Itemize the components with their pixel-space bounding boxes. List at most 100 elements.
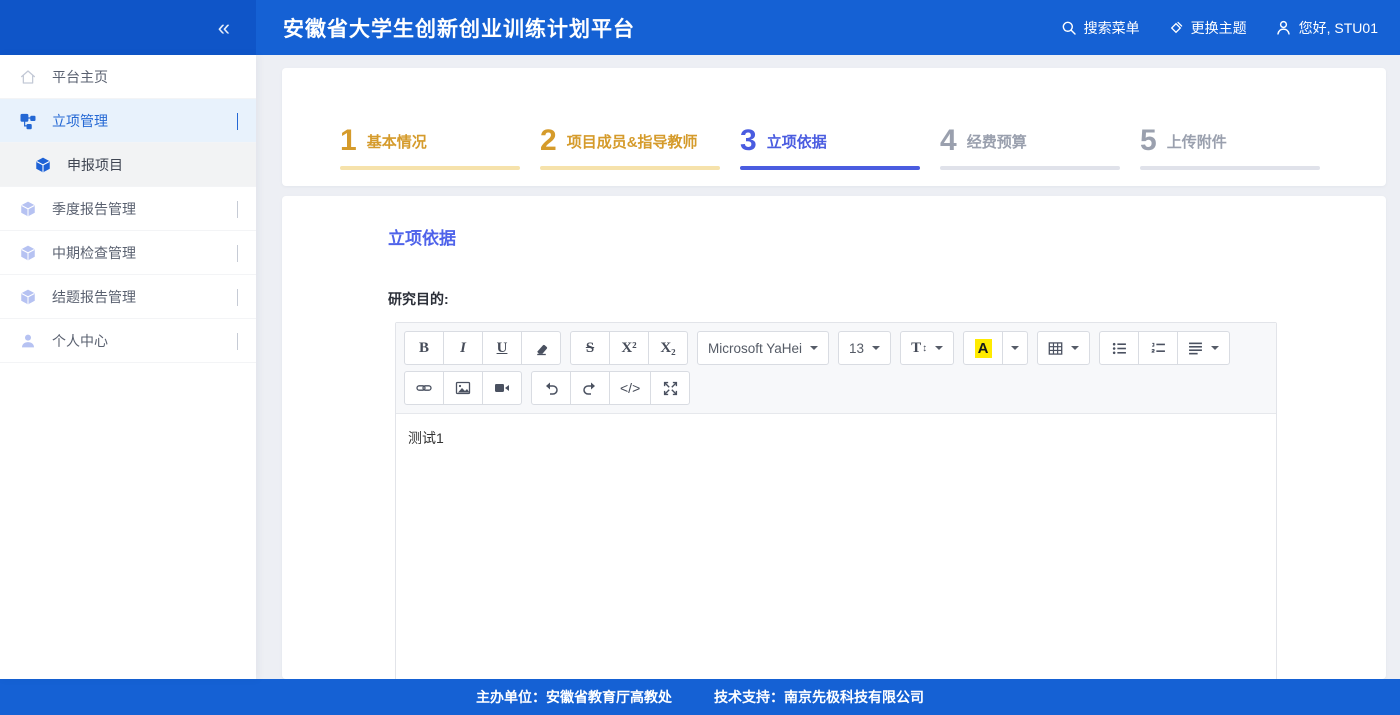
sidebar-item-midterm-check[interactable]: 中期检查管理: [0, 231, 256, 275]
cube-icon: [33, 156, 53, 174]
caret-down-icon: [1211, 346, 1219, 350]
step-5-attachments[interactable]: 5 上传附件: [1140, 124, 1340, 186]
sidebar: 平台主页 立项管理 申报项目 季度报告管理 中期检查: [0, 55, 256, 679]
step-label: 上传附件: [1167, 131, 1227, 152]
step-underline: [940, 166, 1120, 170]
step-3-project-basis[interactable]: 3立项依据: [740, 124, 940, 186]
fullscreen-button[interactable]: [650, 371, 690, 405]
rich-text-editor: B I U S X² X₂: [395, 322, 1277, 679]
superscript-button[interactable]: X²: [609, 331, 649, 365]
chevron-right-icon: [237, 245, 238, 261]
cube-icon: [18, 244, 38, 262]
font-color-button[interactable]: A: [963, 331, 1003, 365]
step-label: 基本情况: [367, 131, 427, 152]
font-family-dropdown[interactable]: Microsoft YaHei: [697, 331, 829, 365]
line-height-dropdown[interactable]: T↕: [900, 331, 954, 365]
table-dropdown[interactable]: [1037, 331, 1090, 365]
editor-toolbar: B I U S X² X₂: [396, 323, 1276, 414]
caret-down-icon: [935, 346, 943, 350]
insert-video-button[interactable]: [482, 371, 522, 405]
change-theme-label: 更换主题: [1191, 18, 1247, 38]
eraser-icon: [534, 341, 549, 356]
page-title: 安徽省大学生创新创业训练计划平台: [283, 13, 635, 43]
theme-icon: [1168, 20, 1184, 36]
video-icon: [494, 380, 510, 396]
insert-link-button[interactable]: [404, 371, 444, 405]
strikethrough-button[interactable]: S: [570, 331, 610, 365]
sidebar-item-label: 中期检查管理: [52, 243, 136, 263]
step-4-budget[interactable]: 4 经费预算: [940, 124, 1140, 186]
image-icon: [455, 380, 471, 396]
search-menu-label: 搜索菜单: [1084, 18, 1140, 38]
step-number: 4: [940, 126, 957, 156]
research-purpose-label: 研究目的:: [388, 289, 1386, 309]
code-view-button[interactable]: </>: [609, 371, 651, 405]
person-icon: [18, 332, 38, 350]
step-underline: [340, 166, 520, 170]
sidebar-item-home[interactable]: 平台主页: [0, 55, 256, 99]
font-color-icon: A: [975, 339, 992, 358]
search-menu-button[interactable]: 搜索菜单: [1061, 18, 1140, 38]
sidebar-item-label: 季度报告管理: [52, 199, 136, 219]
caret-down-icon: [810, 346, 818, 350]
chevron-right-icon: [237, 333, 238, 349]
user-icon: [1275, 19, 1292, 36]
link-icon: [416, 380, 432, 396]
undo-button[interactable]: [531, 371, 571, 405]
cube-icon: [18, 200, 38, 218]
step-2-members-advisors[interactable]: 2项目成员&指导教师: [540, 124, 740, 186]
step-number: 1: [340, 126, 357, 156]
sidebar-item-label: 结题报告管理: [52, 287, 136, 307]
step-number: 3: [740, 126, 757, 156]
sitemap-icon: [18, 112, 38, 130]
caret-down-icon: [1011, 346, 1019, 350]
updown-arrow-icon: ↕: [922, 343, 927, 354]
footer-support: 技术支持：南京先极科技有限公司: [714, 687, 924, 707]
search-icon: [1061, 20, 1077, 36]
fullscreen-icon: [663, 381, 678, 396]
change-theme-button[interactable]: 更换主题: [1168, 18, 1247, 38]
step-number: 2: [540, 126, 557, 156]
app-footer: 主办单位：安徽省教育厅高教处 技术支持：南京先极科技有限公司: [0, 679, 1400, 715]
sidebar-item-label: 个人中心: [52, 331, 108, 351]
subscript-button[interactable]: X₂: [648, 331, 688, 365]
chevron-right-icon: [237, 201, 238, 217]
line-height-icon: T: [911, 340, 921, 357]
bullet-list-icon: [1112, 341, 1127, 356]
font-color-dropdown[interactable]: [1002, 331, 1028, 365]
step-label: 经费预算: [967, 131, 1027, 152]
redo-icon: [582, 380, 598, 396]
sidebar-item-final-report[interactable]: 结题报告管理: [0, 275, 256, 319]
insert-image-button[interactable]: [443, 371, 483, 405]
sidebar-item-project-management[interactable]: 立项管理: [0, 99, 256, 143]
italic-button[interactable]: I: [443, 331, 483, 365]
ordered-list-button[interactable]: [1138, 331, 1178, 365]
header-actions: 搜索菜单 更换主题 您好, STU01: [1061, 18, 1378, 38]
step-underline: [540, 166, 720, 170]
clear-format-button[interactable]: [521, 331, 561, 365]
sidebar-collapse-button[interactable]: «: [218, 17, 228, 39]
font-size-dropdown[interactable]: 13: [838, 331, 891, 365]
underline-button[interactable]: U: [482, 331, 522, 365]
user-menu[interactable]: 您好, STU01: [1275, 18, 1378, 38]
table-icon: [1048, 341, 1063, 356]
sidebar-item-apply-project[interactable]: 申报项目: [0, 143, 256, 187]
redo-button[interactable]: [570, 371, 610, 405]
section-title: 立项依据: [388, 224, 1386, 249]
sidebar-item-label: 平台主页: [52, 67, 108, 87]
app-header: « 安徽省大学生创新创业训练计划平台 搜索菜单 更换主题 您好, STU01: [0, 0, 1400, 55]
paragraph-align-dropdown[interactable]: [1177, 331, 1230, 365]
chevron-right-icon: [237, 289, 238, 305]
content-card: 立项依据 研究目的: B I U S: [282, 196, 1386, 679]
editor-text-area[interactable]: 测试1: [396, 414, 1276, 679]
bold-button[interactable]: B: [404, 331, 444, 365]
footer-host: 主办单位：安徽省教育厅高教处: [476, 687, 672, 707]
step-number: 5: [1140, 126, 1157, 156]
step-1-basic-info[interactable]: 1 基本情况: [340, 124, 540, 186]
sidebar-item-quarterly-report[interactable]: 季度报告管理: [0, 187, 256, 231]
home-icon: [18, 68, 38, 86]
sidebar-item-personal-center[interactable]: 个人中心: [0, 319, 256, 363]
user-greeting: 您好, STU01: [1299, 18, 1378, 38]
unordered-list-button[interactable]: [1099, 331, 1139, 365]
undo-icon: [543, 380, 559, 396]
